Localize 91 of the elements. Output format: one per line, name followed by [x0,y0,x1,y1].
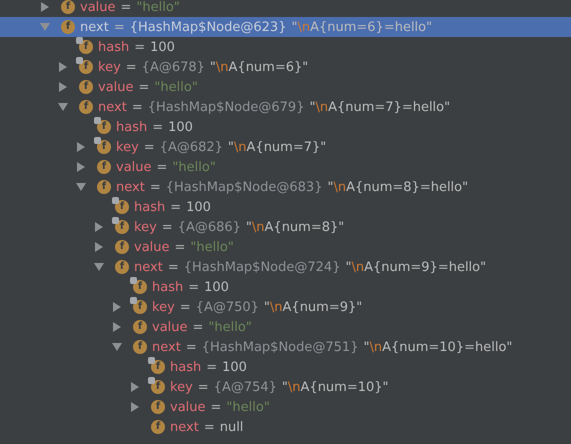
field-icon: f [133,280,147,294]
field-icon: f [151,360,165,374]
expand-arrow-icon[interactable] [113,322,121,332]
field-icon: f [133,340,147,354]
lock-badge-icon [112,217,119,224]
variable-label: value = "hello" [80,0,181,14]
field-icon: f [115,200,129,214]
field-icon: f [133,300,147,314]
lock-badge-icon [148,377,155,384]
variable-label: value = "hello" [116,160,217,174]
variable-label: key = {A@682} "\nA{num=7}" [116,140,326,154]
field-icon: f [97,160,111,174]
tree-row[interactable]: f next = {HashMap$Node@751} "\nA{num=10}=hello" [0,337,571,357]
variable-label: value = "hello" [152,320,253,334]
tree-row[interactable]: f value = "hello" [0,77,571,97]
variable-label: next = {HashMap$Node@679} "\nA{num=7}=hello" [98,100,450,114]
field-icon: f [61,0,75,14]
collapse-arrow-icon[interactable] [58,103,68,111]
lock-badge-icon [130,277,137,284]
field-icon: f [115,240,129,254]
variable-label: key = {A@750} "\nA{num=9}" [152,300,362,314]
tree-row[interactable]: f key = {A@682} "\nA{num=7}" [0,137,571,157]
variable-label: key = {A@754} "\nA{num=10}" [170,380,389,394]
collapse-arrow-icon[interactable] [112,343,122,351]
expand-arrow-icon[interactable] [59,62,67,72]
expand-arrow-icon[interactable] [131,382,139,392]
variable-label: next = {HashMap$Node@683} "\nA{num=8}=hello" [116,180,468,194]
tree-row[interactable]: f value = "hello" [0,0,571,17]
tree-row[interactable]: f value = "hello" [0,397,571,417]
tree-row[interactable]: f value = "hello" [0,237,571,257]
field-icon: f [115,220,129,234]
expand-arrow-icon[interactable] [41,2,49,12]
tree-row[interactable]: f next = null [0,417,571,437]
variable-label: next = {HashMap$Node@751} "\nA{num=10}=hello" [152,340,512,354]
tree-row[interactable]: f key = {A@750} "\nA{num=9}" [0,297,571,317]
expand-arrow-icon[interactable] [77,162,85,172]
expand-arrow-icon[interactable] [113,302,121,312]
field-icon: f [79,100,93,114]
field-icon: f [61,20,75,34]
tree-row[interactable]: f hash = 100 [0,357,571,377]
lock-badge-icon [94,137,101,144]
collapse-arrow-icon[interactable] [94,263,104,271]
variable-label: next = {HashMap$Node@724} "\nA{num=9}=hello" [134,260,486,274]
field-icon: f [97,140,111,154]
field-icon: f [97,120,111,134]
field-icon: f [97,180,111,194]
tree-row[interactable]: f key = {A@686} "\nA{num=8}" [0,217,571,237]
tree-row[interactable]: f value = "hello" [0,157,571,177]
lock-badge-icon [76,37,83,44]
field-icon: f [79,80,93,94]
collapse-arrow-icon[interactable] [76,183,86,191]
expand-arrow-icon[interactable] [59,82,67,92]
field-icon: f [79,40,93,54]
lock-badge-icon [112,197,119,204]
field-icon: f [151,420,165,434]
expand-arrow-icon[interactable] [131,402,139,412]
variable-label: next = null [170,420,244,434]
tree-row[interactable]: f hash = 100 [0,117,571,137]
tree-row[interactable]: f hash = 100 [0,197,571,217]
variable-label: hash = 100 [98,40,176,54]
variable-label: key = {A@686} "\nA{num=8}" [134,220,344,234]
expand-arrow-icon[interactable] [95,222,103,232]
variable-label: hash = 100 [116,120,194,134]
variable-label: hash = 100 [134,200,212,214]
tree-row[interactable]: f next = {HashMap$Node@679} "\nA{num=7}=hello" [0,97,571,117]
tree-row[interactable]: f next = {HashMap$Node@683} "\nA{num=8}=hello" [0,177,571,197]
lock-badge-icon [76,57,83,64]
variable-label: key = {A@678} "\nA{num=6}" [98,60,308,74]
tree-row[interactable]: f key = {A@754} "\nA{num=10}" [0,377,571,397]
tree-row[interactable]: f next = {HashMap$Node@724} "\nA{num=9}=hello" [0,257,571,277]
variable-label: value = "hello" [170,400,271,414]
field-icon: f [133,320,147,334]
expand-arrow-icon[interactable] [77,142,85,152]
field-icon: f [115,260,129,274]
tree-row[interactable]: f next = {HashMap$Node@623} "\nA{num=6}=hello" [0,17,571,37]
field-icon: f [151,380,165,394]
tree-row[interactable]: f hash = 100 [0,277,571,297]
tree-row[interactable]: f key = {A@678} "\nA{num=6}" [0,57,571,77]
variable-label: hash = 100 [170,360,248,374]
tree-row[interactable]: f hash = 100 [0,37,571,57]
variable-label: next = {HashMap$Node@623} "\nA{num=6}=hello" [80,20,432,34]
lock-badge-icon [148,357,155,364]
field-icon: f [79,60,93,74]
variable-label: hash = 100 [152,280,230,294]
expand-arrow-icon[interactable] [95,242,103,252]
lock-badge-icon [130,297,137,304]
lock-badge-icon [94,117,101,124]
tree-row[interactable]: f value = "hello" [0,317,571,337]
variable-label: value = "hello" [98,80,199,94]
variable-label: value = "hello" [134,240,235,254]
field-icon: f [151,400,165,414]
